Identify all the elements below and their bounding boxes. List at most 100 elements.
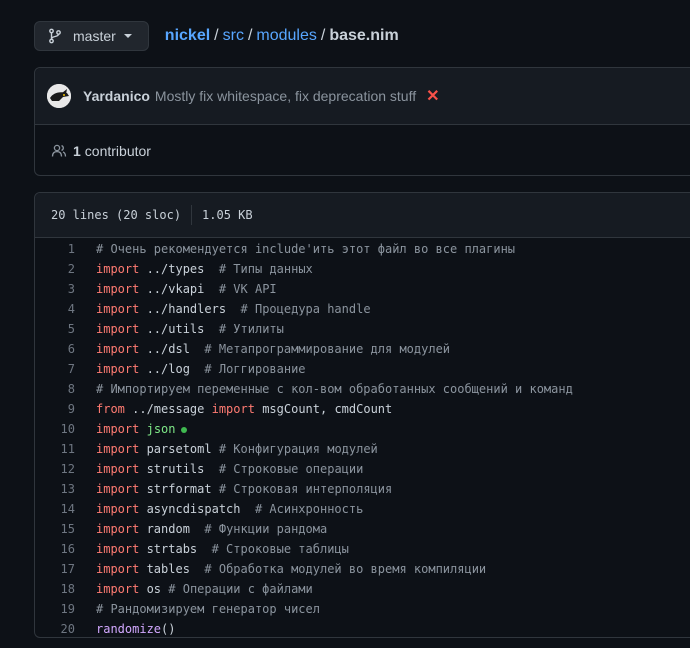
code-token: from	[96, 402, 125, 416]
line-number[interactable]: 20	[35, 619, 96, 637]
breadcrumb-file-name: base.nim	[329, 27, 399, 44]
line-number[interactable]: 9	[35, 399, 96, 419]
code-token: ../dsl	[139, 342, 205, 356]
code-token: # Строковая интерполяция	[218, 482, 393, 496]
code-token: import	[96, 562, 140, 576]
line-number[interactable]: 8	[35, 379, 96, 399]
commit-author-link[interactable]: Yardanico	[83, 88, 150, 104]
code-token: # Асинхронность	[254, 502, 364, 516]
code-line: 12 import strutils # Строковые операции	[35, 459, 690, 479]
code-token: # Конфигурация модулей	[218, 442, 378, 456]
code-table: 1 # Очень рекомендуется include'ить этот …	[35, 238, 690, 637]
code-line: 17 import tables # Обработка модулей во в…	[35, 559, 690, 579]
code-line: 16 import strtabs # Строковые таблицы	[35, 539, 690, 559]
author-avatar-icon	[47, 84, 71, 108]
contributor-count: 1	[73, 142, 81, 159]
code-token: ../vkapi	[139, 282, 219, 296]
code-text: import ../types # Типы данных	[96, 259, 313, 279]
code-token: random	[139, 522, 205, 536]
code-token: import	[96, 322, 140, 336]
breadcrumb-repo-link[interactable]: nickel	[165, 27, 210, 45]
file-info-divider	[191, 205, 193, 225]
code-token: import	[96, 362, 140, 376]
code-line: 8 # Импортируем переменные с кол-вом обра…	[35, 379, 690, 399]
code-token: import	[96, 442, 140, 456]
line-number[interactable]: 12	[35, 459, 96, 479]
line-number[interactable]: 16	[35, 539, 96, 559]
line-number[interactable]: 15	[35, 519, 96, 539]
code-token: # Метапрограммирование для модулей	[204, 342, 451, 356]
line-number[interactable]: 17	[35, 559, 96, 579]
line-number[interactable]: 11	[35, 439, 96, 459]
code-line: 10 import json	[35, 419, 690, 439]
code-token: import	[96, 422, 140, 436]
breadcrumb-src-link[interactable]: src	[223, 27, 244, 45]
breadcrumb-separator: /	[247, 27, 253, 44]
branch-select-button[interactable]: master	[34, 21, 149, 51]
code-text: import ../dsl # Метапрограммирование для…	[96, 339, 450, 359]
code-line: 15 import random # Функции рандома	[35, 519, 690, 539]
status-dot-icon	[180, 426, 187, 433]
code-line: 9 from ../message import msgCount, cmdCou…	[35, 399, 690, 419]
code-line: 5 import ../utils # Утилиты	[35, 319, 690, 339]
line-number[interactable]: 4	[35, 299, 96, 319]
code-token: # Импортируем переменные с кол-вом обраб…	[96, 382, 573, 396]
code-text: # Импортируем переменные с кол-вом обраб…	[96, 379, 573, 399]
code-line: 7 import ../log # Логгирование	[35, 359, 690, 379]
avatar[interactable]	[47, 84, 71, 108]
file-line-count: 20 lines (20 sloc)	[51, 208, 182, 222]
code-line: 6 import ../dsl # Метапрограммирование дл…	[35, 339, 690, 359]
contributors-row[interactable]: 1 contributor	[35, 125, 690, 176]
code-token: import	[96, 262, 140, 276]
code-token: # Обработка модулей во время компиляции	[204, 562, 487, 576]
code-token: import	[96, 582, 140, 596]
code-token: import	[96, 462, 140, 476]
latest-commit-box: Yardanico Mostly fix whitespace, fix dep…	[34, 67, 690, 176]
line-number[interactable]: 2	[35, 259, 96, 279]
line-number[interactable]: 5	[35, 319, 96, 339]
code-text: import strformat # Строковая интерполяци…	[96, 479, 392, 499]
line-number[interactable]: 3	[35, 279, 96, 299]
git-branch-icon	[49, 28, 61, 44]
code-text: import ../vkapi # VK API	[96, 279, 277, 299]
line-number[interactable]: 19	[35, 599, 96, 619]
line-number[interactable]: 1	[35, 239, 96, 259]
code-token: import	[96, 542, 140, 556]
line-number[interactable]: 7	[35, 359, 96, 379]
code-token: strutils	[139, 462, 219, 476]
code-token: ../message	[124, 402, 212, 416]
code-token: # Операции с файлами	[168, 582, 313, 596]
code-line: 14 import asyncdispatch # Асинхронность	[35, 499, 690, 519]
line-number[interactable]: 14	[35, 499, 96, 519]
code-token: ../utils	[139, 322, 219, 336]
code-token: ../log	[139, 362, 205, 376]
breadcrumb-separator: /	[320, 27, 326, 44]
line-number[interactable]: 18	[35, 579, 96, 599]
code-text: import ../handlers # Процедура handle	[96, 299, 371, 319]
code-token: os	[139, 582, 169, 596]
line-number[interactable]: 6	[35, 339, 96, 359]
code-line: 19 # Рандомизируем генератор чисел	[35, 599, 690, 619]
code-token: import	[96, 522, 140, 536]
code-token: import	[96, 342, 140, 356]
line-number[interactable]: 10	[35, 419, 96, 439]
code-text: # Рандомизируем генератор чисел	[96, 599, 320, 619]
code-line: 2 import ../types # Типы данных	[35, 259, 690, 279]
breadcrumb-modules-link[interactable]: modules	[256, 27, 316, 45]
code-token: # Процедура handle	[240, 302, 371, 316]
line-number[interactable]: 13	[35, 479, 96, 499]
code-token: # Типы данных	[218, 262, 313, 276]
contributor-label: contributor	[84, 142, 151, 159]
code-token: # Функции рандома	[204, 522, 328, 536]
code-token: msgCount, cmdCount	[254, 402, 393, 416]
code-line: 11 import parsetoml # Конфигурация модуле…	[35, 439, 690, 459]
file-info-header: 20 lines (20 sloc) 1.05 KB	[35, 193, 690, 238]
check-failed-icon[interactable]: ✕	[426, 86, 439, 106]
code-token: import	[96, 502, 140, 516]
code-token: # Утилиты	[218, 322, 284, 336]
people-icon	[51, 144, 67, 157]
code-token: asyncdispatch	[139, 502, 255, 516]
commit-message-link[interactable]: Mostly fix whitespace, fix deprecation s…	[155, 88, 416, 104]
code-token: import	[96, 482, 140, 496]
